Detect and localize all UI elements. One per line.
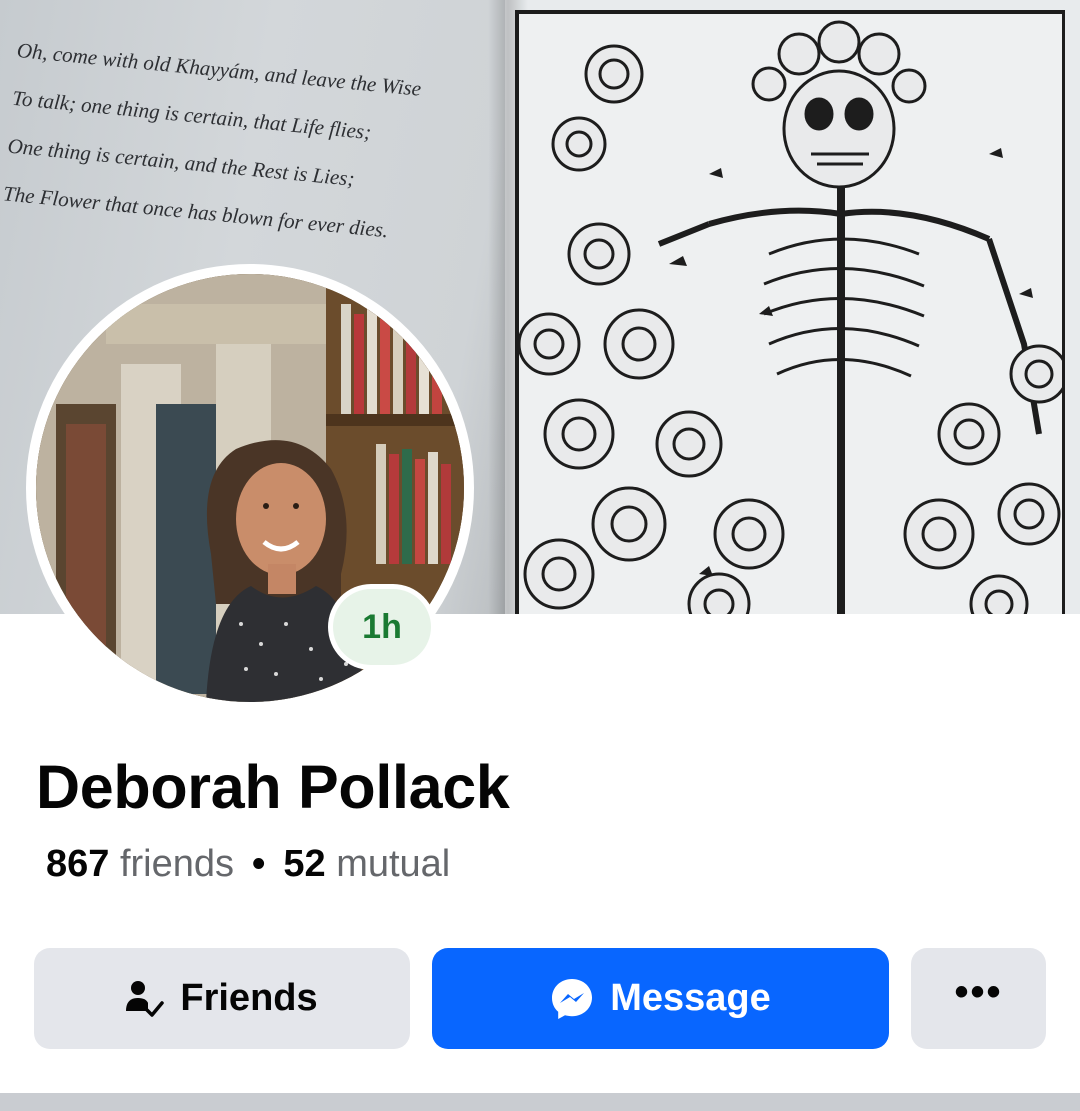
- friends-button-label: Friends: [180, 977, 318, 1019]
- messenger-icon: [550, 977, 594, 1021]
- mutual-label: mutual: [336, 843, 451, 885]
- message-button-label: Message: [610, 977, 771, 1019]
- friends-count: 867: [46, 843, 110, 885]
- friends-label: friends: [119, 843, 235, 885]
- mutual-count: 52: [283, 843, 326, 885]
- more-options-button[interactable]: •••: [911, 948, 1046, 1049]
- separator-dot: •: [252, 843, 266, 885]
- more-dots-icon: •••: [954, 969, 1003, 1014]
- story-age-label: 1h: [333, 589, 431, 665]
- friends-button[interactable]: Friends: [34, 948, 410, 1049]
- section-divider: [0, 1093, 1080, 1111]
- skeleton-roses-illustration: [515, 10, 1065, 614]
- friend-counts[interactable]: 867 friends • 52 mutual: [46, 843, 450, 886]
- person-check-icon: [126, 979, 165, 1019]
- story-badge[interactable]: 1h: [328, 584, 436, 670]
- message-button[interactable]: Message: [432, 948, 889, 1049]
- poem-text: Oh, come with old Khayyám, and leave the…: [0, 38, 486, 276]
- profile-name: Deborah Pollack: [36, 753, 510, 821]
